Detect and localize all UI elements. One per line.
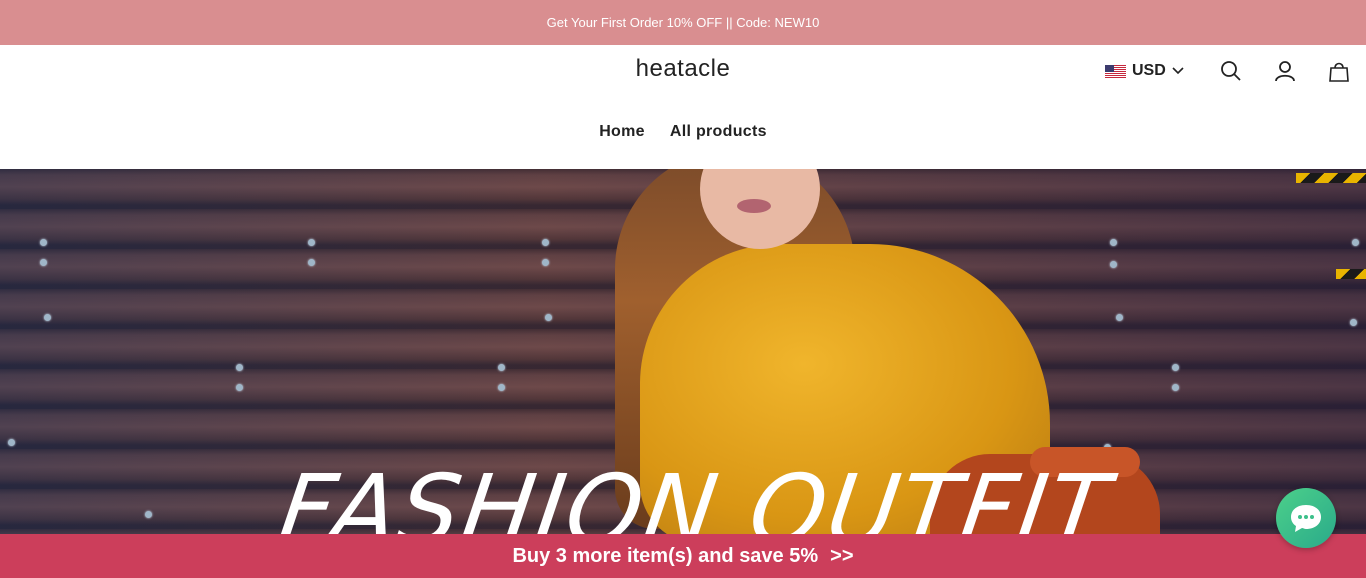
decor-rivet — [498, 384, 505, 391]
model-lips — [737, 199, 771, 213]
announcement-text: Get Your First Order 10% OFF || Code: NE… — [546, 15, 820, 30]
decor-rivet — [40, 239, 47, 246]
search-icon — [1221, 61, 1241, 81]
nav-item-home[interactable]: Home — [599, 123, 645, 141]
cart-button[interactable] — [1326, 58, 1352, 84]
decor-rivet — [40, 259, 47, 266]
nav-item-all-products[interactable]: All products — [670, 123, 767, 141]
logo-text[interactable]: heatacle — [636, 55, 731, 82]
decor-rivet — [1116, 314, 1123, 321]
announcement-bar: Get Your First Order 10% OFF || Code: NE… — [0, 0, 1366, 45]
chat-button[interactable] — [1276, 488, 1336, 548]
main-nav: Home All products — [0, 123, 1366, 141]
promo-arrow: >> — [830, 544, 854, 567]
decor-rivet — [308, 259, 315, 266]
us-flag-icon — [1105, 64, 1126, 78]
chat-bubble-icon — [1291, 505, 1321, 532]
decor-rivet — [1352, 239, 1359, 246]
decor-rivet — [308, 239, 315, 246]
hero-banner[interactable]: FASHION OUTFIT — [0, 169, 1366, 534]
promo-bar[interactable]: Buy 3 more item(s) and save 5% >> — [0, 534, 1366, 578]
decor-rivet — [542, 259, 549, 266]
decor-rivet — [1172, 364, 1179, 371]
decor-rivet — [236, 384, 243, 391]
decor-rivet — [498, 364, 505, 371]
promo-text: Buy 3 more item(s) and save 5% — [512, 544, 819, 567]
account-button[interactable] — [1272, 58, 1298, 84]
decor-rivet — [1110, 239, 1117, 246]
decor-rivet — [8, 439, 15, 446]
decor-stripe — [1336, 269, 1366, 279]
decor-rivet — [545, 314, 552, 321]
hero-headline: FASHION OUTFIT — [272, 454, 1118, 534]
account-icon — [1275, 61, 1295, 82]
chevron-down-icon — [1172, 62, 1184, 80]
search-button[interactable] — [1218, 58, 1244, 84]
decor-rivet — [44, 314, 51, 321]
decor-stripe — [1296, 173, 1366, 183]
decor-rivet — [542, 239, 549, 246]
currency-selector[interactable]: USD — [1105, 61, 1184, 81]
currency-label: USD — [1132, 62, 1166, 79]
decor-rivet — [236, 364, 243, 371]
decor-rivet — [1350, 319, 1357, 326]
site-header: heatacle USD Home All products — [0, 45, 1366, 169]
decor-rivet — [1172, 384, 1179, 391]
decor-rivet — [1110, 261, 1117, 268]
cart-icon — [1329, 62, 1349, 82]
decor-rivet — [145, 511, 152, 518]
